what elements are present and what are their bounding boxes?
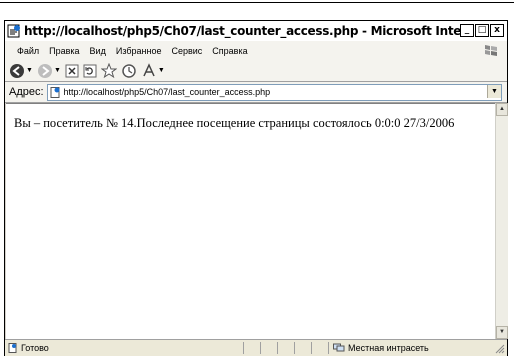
back-dropdown-icon[interactable]: ▼ [26,67,33,74]
status-pane-2 [260,342,277,354]
page-icon [50,86,60,98]
status-pane-3 [277,342,294,354]
windows-logo-icon [485,45,497,56]
menu-tools[interactable]: Сервис [166,46,207,56]
close-button[interactable]: x [490,24,504,37]
favorites-button[interactable] [100,62,117,79]
status-pane-1 [243,342,260,354]
page-top-rule [0,2,514,3]
print-button[interactable]: ▼ [141,62,165,79]
maximize-button[interactable]: □ [475,24,489,37]
menu-file[interactable]: Файл [5,46,44,56]
status-pane-4 [294,342,311,354]
scroll-down-icon[interactable]: ▼ [496,326,508,339]
visitor-message: Вы – посетитель № 14.Последнее посещение… [14,116,455,130]
address-input[interactable]: http://localhost/php5/Ch07/last_counter_… [46,83,502,101]
address-url: http://localhost/php5/Ch07/last_counter_… [63,87,271,97]
menu-favorites[interactable]: Избранное [111,46,167,56]
window-controls: _ □ x [460,24,504,37]
ie-page-icon [7,24,20,37]
security-zone[interactable]: Местная интрасеть [328,342,494,354]
status-bar: Готово Местная интрасеть [5,339,507,356]
history-icon [122,63,136,78]
address-label: Адрес: [9,86,44,98]
menu-view[interactable]: Вид [85,46,111,56]
forward-icon [37,63,52,78]
title-bar[interactable]: http://localhost/php5/Ch07/last_counter_… [5,21,507,40]
print-dropdown-icon[interactable]: ▼ [158,67,165,74]
window-title: http://localhost/php5/Ch07/last_counter_… [24,23,460,38]
minimize-button[interactable]: _ [460,24,474,37]
page-content: Вы – посетитель № 14.Последнее посещение… [6,103,495,340]
menu-help[interactable]: Справка [207,46,252,56]
address-bar: Адрес: http://localhost/php5/Ch07/last_c… [5,82,507,103]
scroll-up-icon[interactable]: ▲ [496,103,508,116]
zone-text: Местная интрасеть [348,343,429,353]
standard-toolbar: ▼ ▼ ▼ [5,60,507,82]
forward-dropdown-icon[interactable]: ▼ [54,67,61,74]
star-icon [100,62,117,78]
refresh-icon [83,64,97,77]
address-dropdown-icon[interactable]: ▼ [487,84,501,98]
menu-edit[interactable]: Правка [44,46,84,56]
status-text: Готово [21,343,49,353]
vertical-scrollbar[interactable]: ▲ ▼ [495,103,508,339]
status-main: Готово [5,343,243,353]
stop-button[interactable] [65,64,79,78]
resize-grip-icon[interactable] [494,343,505,354]
done-page-icon [8,343,17,353]
stop-icon [65,64,79,77]
forward-button[interactable]: ▼ [37,63,61,79]
refresh-button[interactable] [83,64,97,78]
print-icon [143,62,155,76]
status-pane-5 [311,342,328,354]
browser-window: http://localhost/php5/Ch07/last_counter_… [4,20,508,356]
back-icon [10,63,24,78]
menu-bar: Файл Правка Вид Избранное Сервис Справка [5,40,507,61]
intranet-icon [333,343,345,352]
history-button[interactable] [121,63,137,79]
back-button[interactable]: ▼ [9,63,33,79]
